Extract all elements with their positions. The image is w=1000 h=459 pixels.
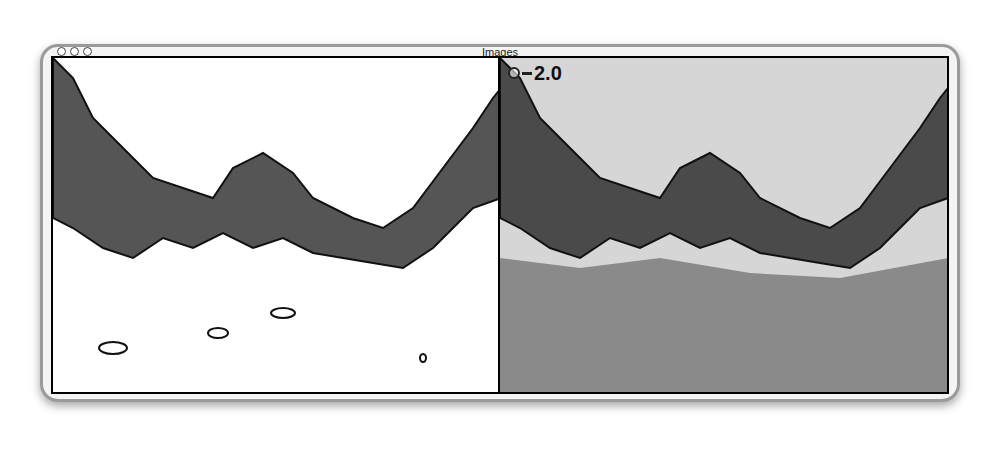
title-bar: Images xyxy=(51,47,949,56)
source-image: 2.0 xyxy=(500,58,947,392)
minimize-button[interactable] xyxy=(70,47,79,56)
images-window: Images 2 xyxy=(40,44,960,402)
overlay-label: 2.0 xyxy=(508,62,562,84)
marker-line-icon xyxy=(522,72,532,75)
marker-icon xyxy=(508,67,520,79)
zoom-button[interactable] xyxy=(83,47,92,56)
overlay-text: 2.0 xyxy=(534,62,562,84)
threshold-image xyxy=(53,58,500,392)
close-button[interactable] xyxy=(57,47,66,56)
image-area: 2.0 xyxy=(51,56,949,394)
